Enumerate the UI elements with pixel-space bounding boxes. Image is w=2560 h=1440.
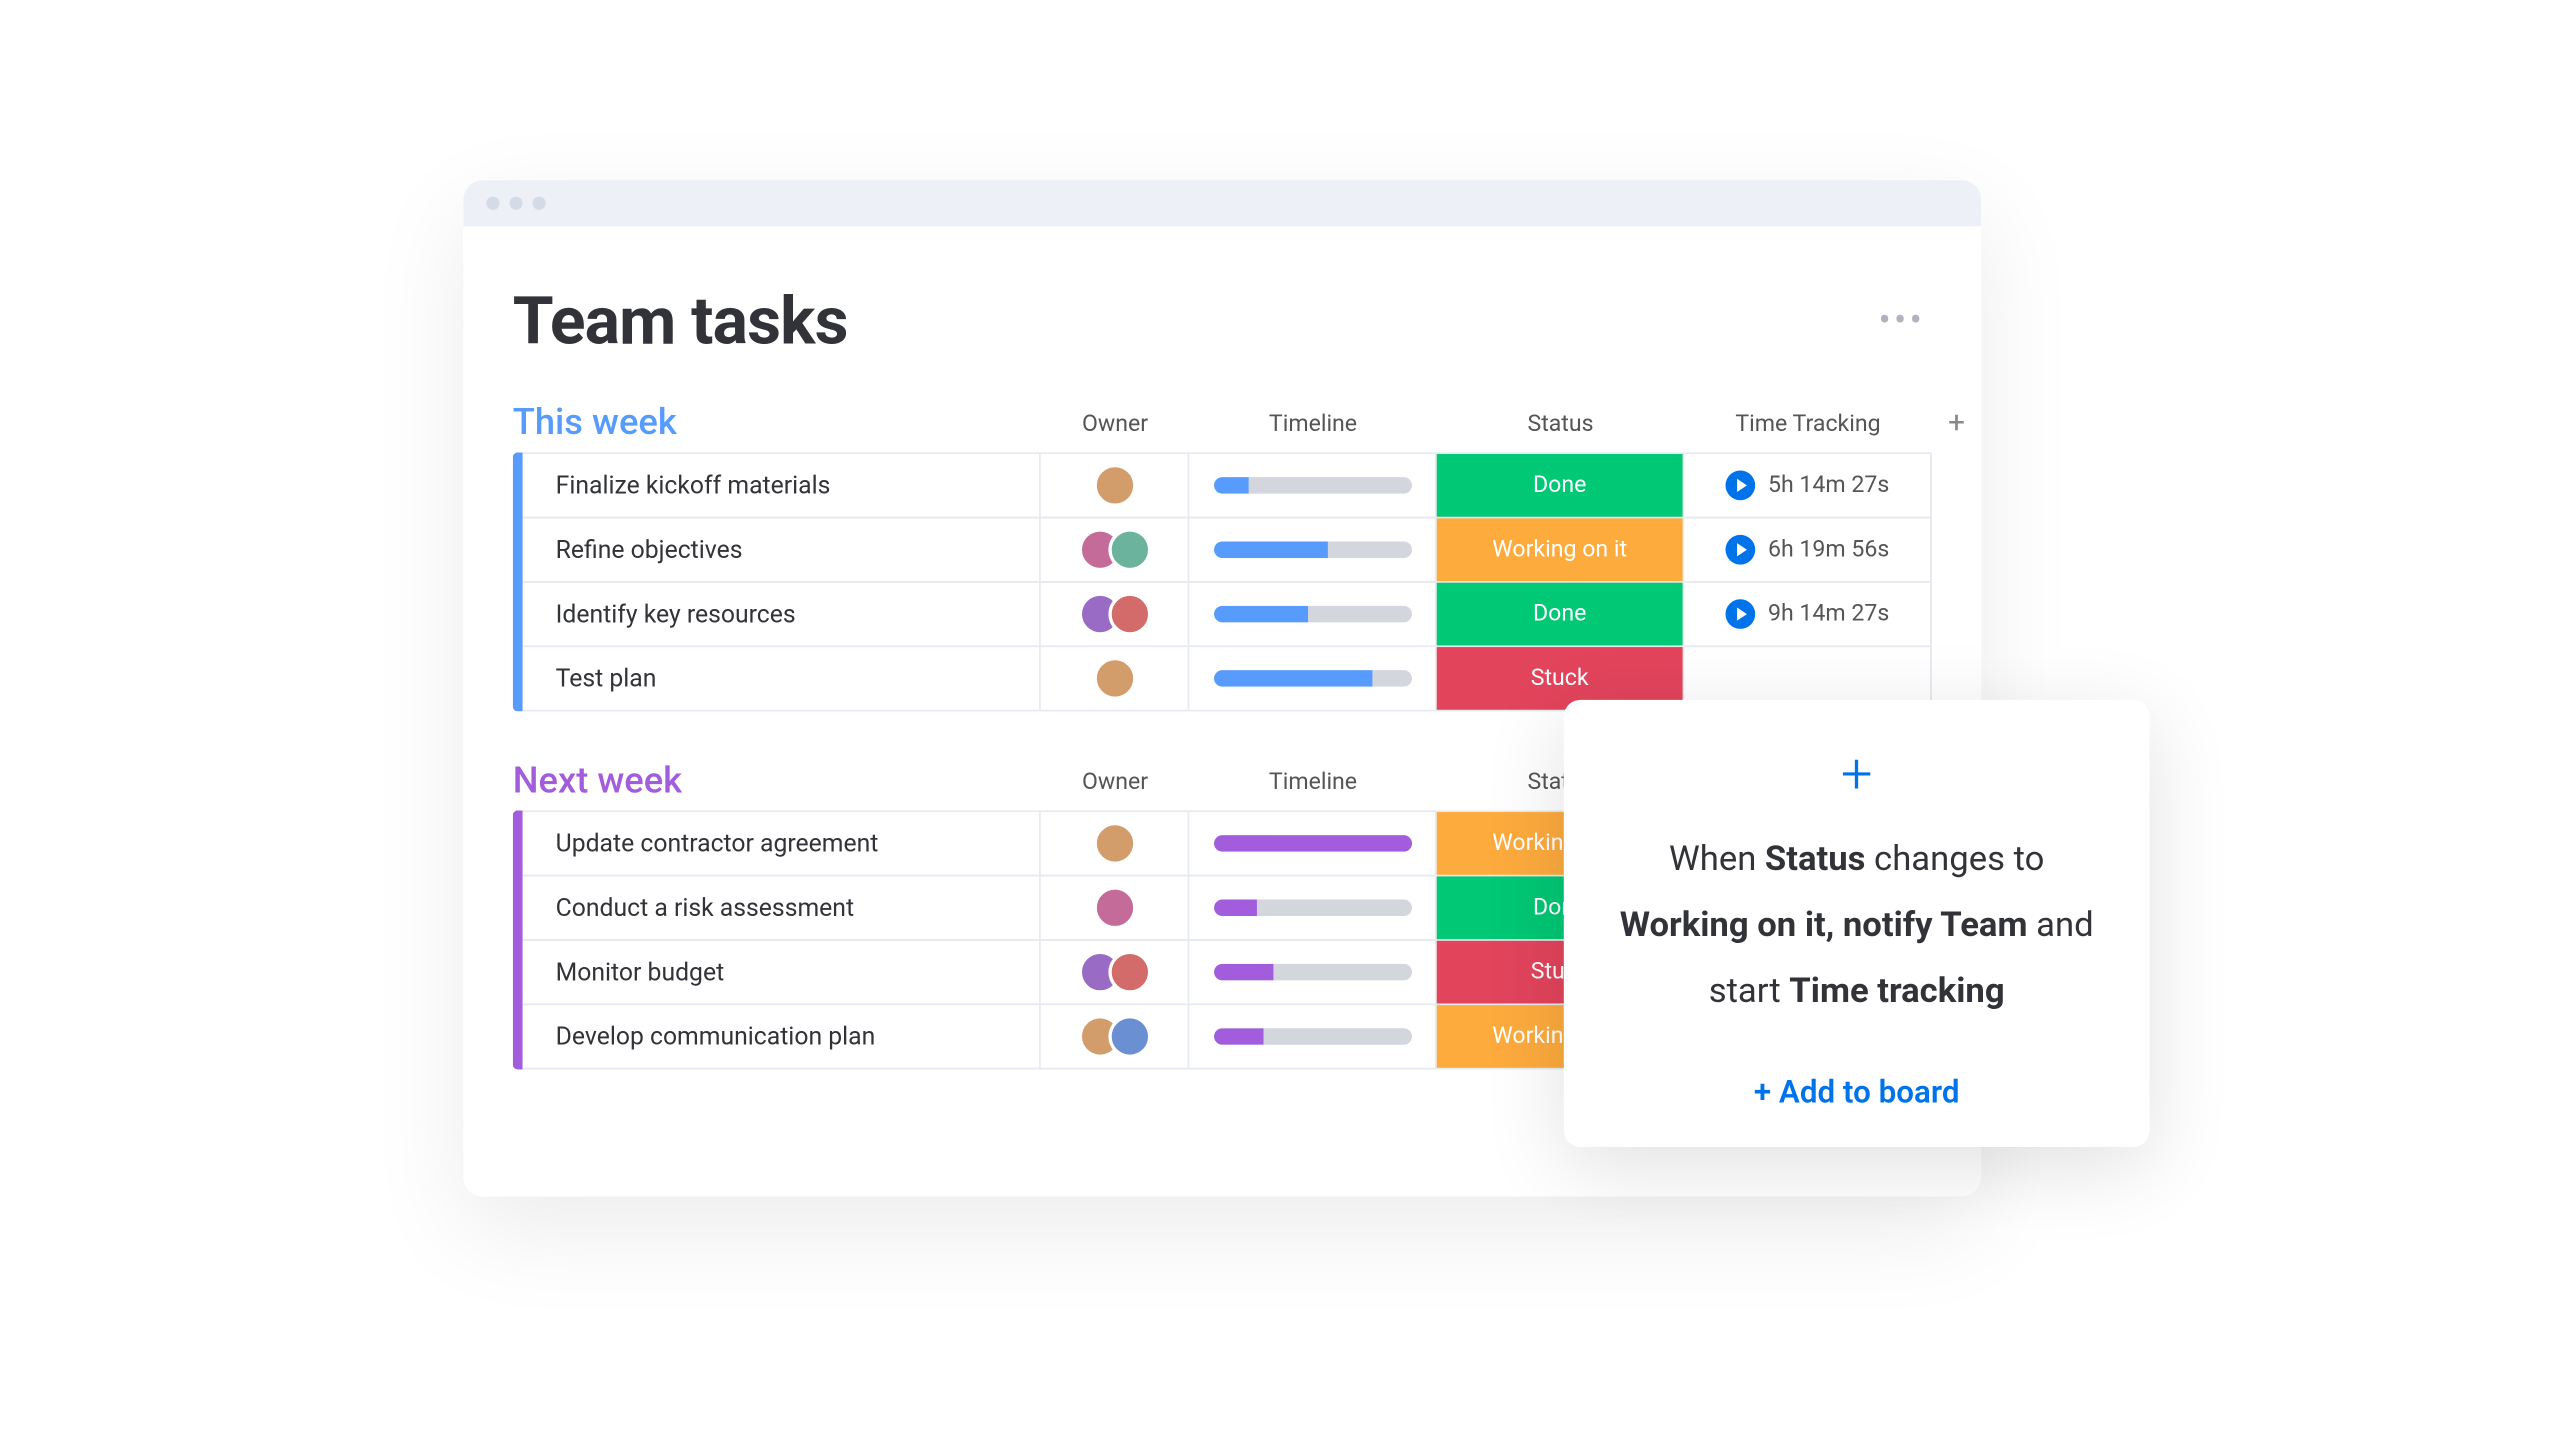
- owner-cell[interactable]: [1041, 1005, 1190, 1068]
- owner-cell[interactable]: [1041, 940, 1190, 1003]
- owner-cell[interactable]: [1041, 518, 1190, 581]
- timeline-cell[interactable]: [1189, 454, 1437, 517]
- traffic-light-dot: [486, 196, 499, 209]
- automation-card: + When Status changes to Working on it, …: [1564, 699, 2150, 1146]
- task-name-cell[interactable]: Refine objectives: [523, 518, 1041, 581]
- avatar: [1108, 528, 1151, 571]
- avatar: [1093, 886, 1136, 929]
- timeline-cell[interactable]: [1189, 876, 1437, 939]
- time-tracking-cell[interactable]: 9h 14m 27s: [1684, 582, 1932, 645]
- column-header: Timeline: [1189, 768, 1437, 794]
- page-title: Team tasks: [513, 282, 848, 360]
- add-to-board-button[interactable]: + Add to board: [1603, 1072, 2110, 1110]
- traffic-light-dot: [533, 196, 546, 209]
- task-name-cell[interactable]: Conduct a risk assessment: [523, 876, 1041, 939]
- window-titlebar: [463, 180, 1981, 226]
- task-name-cell[interactable]: Update contractor agreement: [523, 812, 1041, 875]
- task-name-cell[interactable]: Test plan: [523, 647, 1041, 710]
- column-header: Timeline: [1189, 410, 1437, 436]
- timeline-cell[interactable]: [1189, 812, 1437, 875]
- status-cell[interactable]: Done: [1437, 454, 1685, 517]
- automation-text: When Status changes to Working on it, no…: [1603, 828, 2110, 1025]
- time-value: 5h 14m 27s: [1768, 472, 1889, 498]
- table-row[interactable]: Finalize kickoff materials Done 5h 14m 27s: [523, 452, 1932, 518]
- more-menu-button[interactable]: •••: [1872, 293, 1932, 347]
- task-name-cell[interactable]: Finalize kickoff materials: [523, 454, 1041, 517]
- time-tracking-cell[interactable]: 5h 14m 27s: [1684, 454, 1932, 517]
- time-tracking-cell[interactable]: 6h 19m 56s: [1684, 518, 1932, 581]
- status-badge: Working on it: [1437, 518, 1683, 581]
- table-row[interactable]: Refine objectives Working on it 6h 19m 56s: [523, 516, 1932, 582]
- avatar: [1108, 950, 1151, 993]
- avatar: [1093, 463, 1136, 506]
- avatar: [1108, 1015, 1151, 1058]
- plus-icon: +: [1841, 746, 1873, 802]
- add-column-button[interactable]: +: [1932, 406, 1982, 441]
- task-name-cell[interactable]: Monitor budget: [523, 940, 1041, 1003]
- task-name-cell[interactable]: Develop communication plan: [523, 1005, 1041, 1068]
- task-name-cell[interactable]: Identify key resources: [523, 582, 1041, 645]
- status-badge: Done: [1437, 454, 1683, 517]
- column-header: Status: [1437, 410, 1685, 436]
- status-cell[interactable]: Done: [1437, 582, 1685, 645]
- play-icon[interactable]: [1725, 599, 1755, 629]
- timeline-cell[interactable]: [1189, 940, 1437, 1003]
- avatar: [1093, 821, 1136, 864]
- traffic-light-dot: [509, 196, 522, 209]
- extra-cell: [1932, 454, 1982, 517]
- status-cell[interactable]: Working on it: [1437, 518, 1685, 581]
- column-header: Owner: [1041, 410, 1190, 436]
- time-value: 9h 14m 27s: [1768, 600, 1889, 626]
- owner-cell[interactable]: [1041, 454, 1190, 517]
- play-icon[interactable]: [1725, 534, 1755, 564]
- table-row[interactable]: Identify key resources Done 9h 14m 27s: [523, 581, 1932, 647]
- timeline-cell[interactable]: [1189, 582, 1437, 645]
- owner-cell[interactable]: [1041, 582, 1190, 645]
- group-title[interactable]: This week: [513, 402, 1041, 443]
- status-badge: Done: [1437, 582, 1683, 645]
- owner-cell[interactable]: [1041, 647, 1190, 710]
- group-title[interactable]: Next week: [513, 760, 1041, 801]
- avatar: [1108, 592, 1151, 635]
- timeline-cell[interactable]: [1189, 1005, 1437, 1068]
- extra-cell: [1932, 518, 1982, 581]
- column-header: Owner: [1041, 768, 1190, 794]
- group-table: Finalize kickoff materials Done 5h 14m 27s…: [513, 452, 1932, 711]
- column-header: Time Tracking: [1684, 410, 1932, 436]
- play-icon[interactable]: [1725, 470, 1755, 500]
- owner-cell[interactable]: [1041, 812, 1190, 875]
- timeline-cell[interactable]: [1189, 647, 1437, 710]
- timeline-cell[interactable]: [1189, 518, 1437, 581]
- extra-cell: [1932, 582, 1982, 645]
- group-header: This weekOwnerTimelineStatusTime Trackin…: [513, 402, 1932, 453]
- time-value: 6h 19m 56s: [1768, 536, 1889, 562]
- avatar: [1093, 656, 1136, 699]
- owner-cell[interactable]: [1041, 876, 1190, 939]
